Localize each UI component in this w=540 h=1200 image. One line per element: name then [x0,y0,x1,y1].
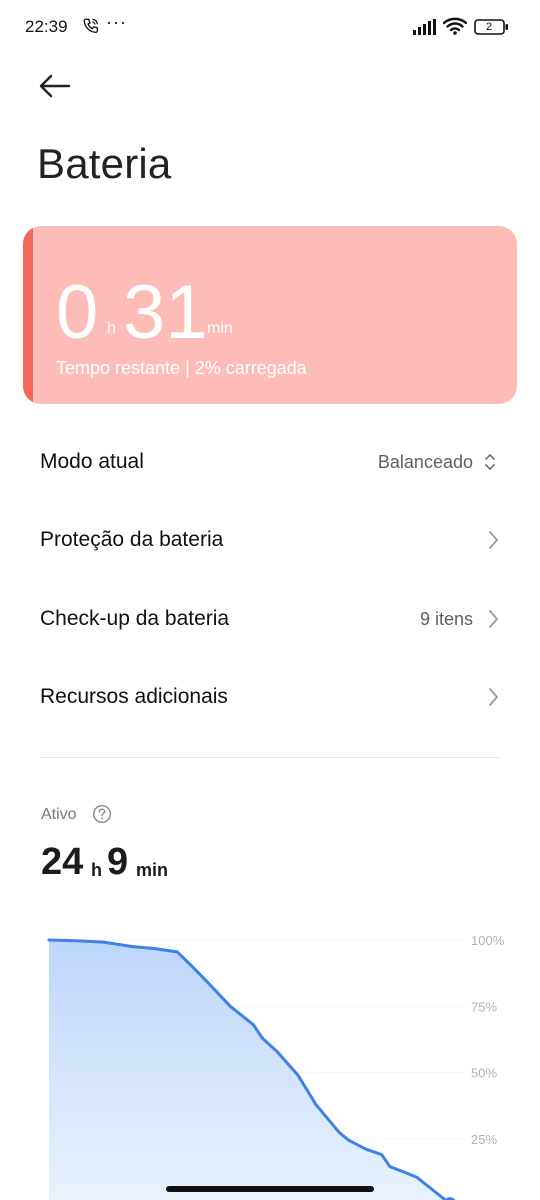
status-more-icon: ··· [106,12,127,32]
battery-icon: 2 [474,19,510,35]
status-time: 22:39 [25,17,68,36]
chart-y-tick-label: 25% [471,1132,497,1147]
up-down-chevron-icon [485,454,495,470]
section-divider [40,757,500,758]
chart-y-tick-label: 50% [471,1066,497,1081]
back-button[interactable] [36,68,76,104]
phone-call-icon [83,18,99,34]
active-minutes: 9 [107,841,129,883]
current-mode-value: Balanceado [377,452,473,472]
menu-row-battery-protection[interactable]: Proteção da bateria [0,501,540,579]
menu-row-current-mode[interactable]: Modo atual Balanceado [0,423,540,501]
menu-label: Modo atual [40,450,144,473]
battery-level-text: 2 [485,21,493,33]
remaining-minutes: 31 [123,270,208,355]
status-bar: 22:39 ··· 2 [0,0,540,56]
remaining-hours-unit: h [107,320,116,337]
signal-icon [413,19,436,35]
chevron-right-icon [489,610,498,628]
chevron-right-icon [489,531,498,549]
remaining-minutes-unit: min [207,320,233,337]
battery-time-card[interactable]: 0 h 31 min Tempo restante | 2% carregada [23,226,517,404]
chart-area-fill [49,940,450,1200]
active-label: Ativo [41,806,77,823]
back-arrow-icon [39,74,71,98]
checkup-count-value: 9 itens [419,609,473,629]
remaining-time-subtitle: Tempo restante | 2% carregada [56,358,307,378]
chart-y-tick-label: 75% [471,999,497,1014]
menu-label: Check-up da bateria [40,607,230,630]
chevron-right-icon [489,688,498,706]
remaining-hours: 0 [56,270,99,355]
menu-label: Proteção da bateria [40,528,224,551]
help-circle-icon[interactable] [92,804,112,824]
page-title: Bateria [37,140,172,187]
menu-row-battery-checkup[interactable]: Check-up da bateria 9 itens [0,580,540,658]
chart-y-tick-label: 100% [471,933,505,948]
home-indicator[interactable] [166,1186,374,1192]
active-hours-unit: h [91,860,102,880]
battery-usage-chart: 100%75%50%25%0% [47,933,505,1200]
menu-row-additional-features[interactable]: Recursos adicionais [0,658,540,736]
active-minutes-unit: min [136,860,169,880]
wifi-icon [443,17,467,35]
battery-level-bar [23,226,33,404]
active-hours: 24 [41,841,84,883]
menu-label: Recursos adicionais [40,685,228,708]
